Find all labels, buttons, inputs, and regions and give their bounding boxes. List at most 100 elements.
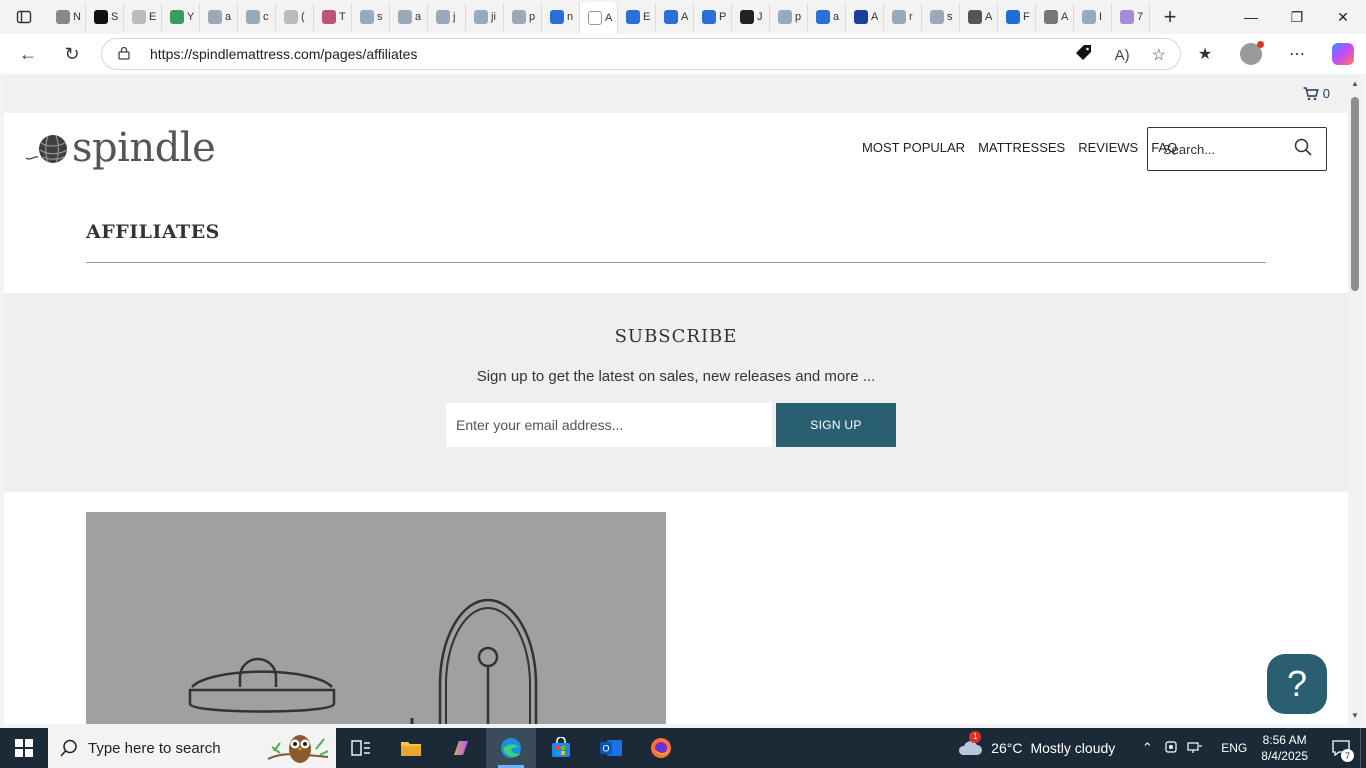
- browser-tab[interactable]: p: [504, 3, 542, 31]
- avatar: [1240, 41, 1264, 65]
- refresh-button[interactable]: ↻: [52, 34, 92, 74]
- browser-tab[interactable]: I: [1074, 3, 1112, 31]
- search-placeholder[interactable]: Search...: [1163, 142, 1294, 157]
- edge-browser-icon[interactable]: [486, 728, 536, 768]
- nav-most-popular[interactable]: MOST POPULAR: [862, 140, 965, 155]
- browser-tab[interactable]: ji: [466, 3, 504, 31]
- url-text[interactable]: https://spindlemattress.com/pages/affili…: [150, 46, 417, 62]
- show-desktop-button[interactable]: [1360, 728, 1366, 768]
- tab-label: S: [111, 11, 119, 23]
- browser-tab[interactable]: c: [238, 3, 276, 31]
- cart-count: 0: [1322, 86, 1330, 101]
- maximize-button[interactable]: ❐: [1274, 0, 1320, 34]
- browser-tab[interactable]: A: [846, 3, 884, 31]
- tab-label: A: [1061, 11, 1069, 23]
- help-chat-button[interactable]: ?: [1267, 654, 1327, 714]
- start-button[interactable]: [0, 728, 48, 768]
- browser-tab[interactable]: n: [542, 3, 580, 31]
- site-logo[interactable]: spindle: [24, 125, 216, 171]
- profile-button[interactable]: [1228, 34, 1274, 74]
- outlook-icon[interactable]: O: [586, 728, 636, 768]
- sign-up-button[interactable]: SIGN UP: [776, 403, 896, 447]
- meet-now-icon[interactable]: [1159, 740, 1183, 757]
- tab-label: A: [985, 11, 993, 23]
- browser-tab[interactable]: a: [390, 3, 428, 31]
- browser-tab[interactable]: Y: [162, 3, 200, 31]
- browser-tab[interactable]: A✕: [580, 2, 618, 34]
- browser-tab[interactable]: a: [808, 3, 846, 31]
- language-indicator[interactable]: ENG: [1221, 741, 1247, 755]
- tab-label: j: [453, 11, 456, 23]
- notification-center-icon[interactable]: 7: [1322, 728, 1360, 768]
- tab-label: a: [225, 11, 232, 23]
- nav-reviews[interactable]: REVIEWS: [1078, 140, 1138, 155]
- scroll-up-icon[interactable]: ▲: [1348, 79, 1362, 88]
- read-aloud-icon[interactable]: A): [1115, 47, 1130, 64]
- favorites-icon[interactable]: ★: [1182, 34, 1228, 74]
- taskbar-search[interactable]: Type here to search: [48, 728, 336, 768]
- browser-tab[interactable]: (: [276, 3, 314, 31]
- tab-favicon-icon: [246, 10, 260, 24]
- cart-link[interactable]: 0: [1303, 86, 1330, 101]
- notification-count: 7: [1341, 749, 1354, 762]
- browser-right-tools: ★ ⋯: [1182, 34, 1366, 74]
- browser-tab[interactable]: a: [200, 3, 238, 31]
- browser-tab[interactable]: j: [428, 3, 466, 31]
- browser-tab[interactable]: p: [770, 3, 808, 31]
- file-explorer-icon[interactable]: [386, 728, 436, 768]
- page-scrollbar[interactable]: ▲ ▼: [1348, 75, 1362, 724]
- scrollbar-thumb[interactable]: [1351, 97, 1359, 291]
- weather-widget[interactable]: 1 26°C Mostly cloudy: [957, 730, 1115, 760]
- cart-icon: [1303, 86, 1319, 100]
- minimize-button[interactable]: —: [1228, 0, 1274, 34]
- taskbar-search-placeholder[interactable]: Type here to search: [88, 740, 221, 757]
- browser-tab[interactable]: A: [1036, 3, 1074, 31]
- tab-favicon-icon: [322, 10, 336, 24]
- firefox-icon[interactable]: [636, 728, 686, 768]
- tab-label: A: [681, 11, 689, 23]
- browser-tab[interactable]: r: [884, 3, 922, 31]
- tab-label: a: [415, 11, 422, 23]
- tab-favicon-icon: [626, 10, 640, 24]
- tab-favicon-icon: [1006, 10, 1020, 24]
- browser-tab[interactable]: A: [656, 3, 694, 31]
- email-field[interactable]: Enter your email address...: [446, 403, 772, 447]
- browser-tab[interactable]: s: [352, 3, 390, 31]
- browser-tab[interactable]: E: [124, 3, 162, 31]
- tab-actions-icon[interactable]: [0, 0, 48, 34]
- search-icon[interactable]: [1294, 138, 1312, 161]
- microsoft-store-icon[interactable]: [536, 728, 586, 768]
- scroll-down-icon[interactable]: ▼: [1348, 711, 1362, 720]
- tab-favicon-icon: [94, 10, 108, 24]
- browser-tab[interactable]: P: [694, 3, 732, 31]
- favorite-star-icon[interactable]: ☆: [1152, 45, 1166, 65]
- clock[interactable]: 8:56 AM 8/4/2025: [1261, 732, 1308, 764]
- tab-label: 7: [1137, 11, 1144, 23]
- window-controls: — ❐ ✕: [1228, 0, 1366, 34]
- new-tab-button[interactable]: +: [1150, 0, 1190, 34]
- tab-favicon-icon: [892, 10, 906, 24]
- nav-mattresses[interactable]: MATTRESSES: [978, 140, 1065, 155]
- browser-tab[interactable]: T: [314, 3, 352, 31]
- browser-tab[interactable]: 7: [1112, 3, 1150, 31]
- browser-tab[interactable]: N: [48, 3, 86, 31]
- browser-tab[interactable]: F: [998, 3, 1036, 31]
- browser-tab[interactable]: E: [618, 3, 656, 31]
- close-window-button[interactable]: ✕: [1320, 0, 1366, 34]
- browser-tab[interactable]: A: [960, 3, 998, 31]
- lock-icon[interactable]: [118, 46, 138, 63]
- browser-tab[interactable]: s: [922, 3, 960, 31]
- task-view-icon[interactable]: [336, 728, 386, 768]
- site-search-input[interactable]: Search...: [1147, 127, 1327, 171]
- tab-label: (: [301, 11, 305, 23]
- shopping-tag-icon[interactable]: [1075, 44, 1093, 67]
- copilot-app-icon[interactable]: [436, 728, 486, 768]
- browser-tab[interactable]: J: [732, 3, 770, 31]
- address-bar[interactable]: https://spindlemattress.com/pages/affili…: [101, 38, 1181, 70]
- more-options-icon[interactable]: ⋯: [1274, 34, 1320, 74]
- back-button[interactable]: ←: [8, 34, 48, 74]
- browser-tab[interactable]: S: [86, 3, 124, 31]
- network-icon[interactable]: [1183, 740, 1207, 757]
- copilot-icon[interactable]: [1320, 34, 1366, 74]
- chevron-up-icon[interactable]: ⌃: [1135, 740, 1159, 756]
